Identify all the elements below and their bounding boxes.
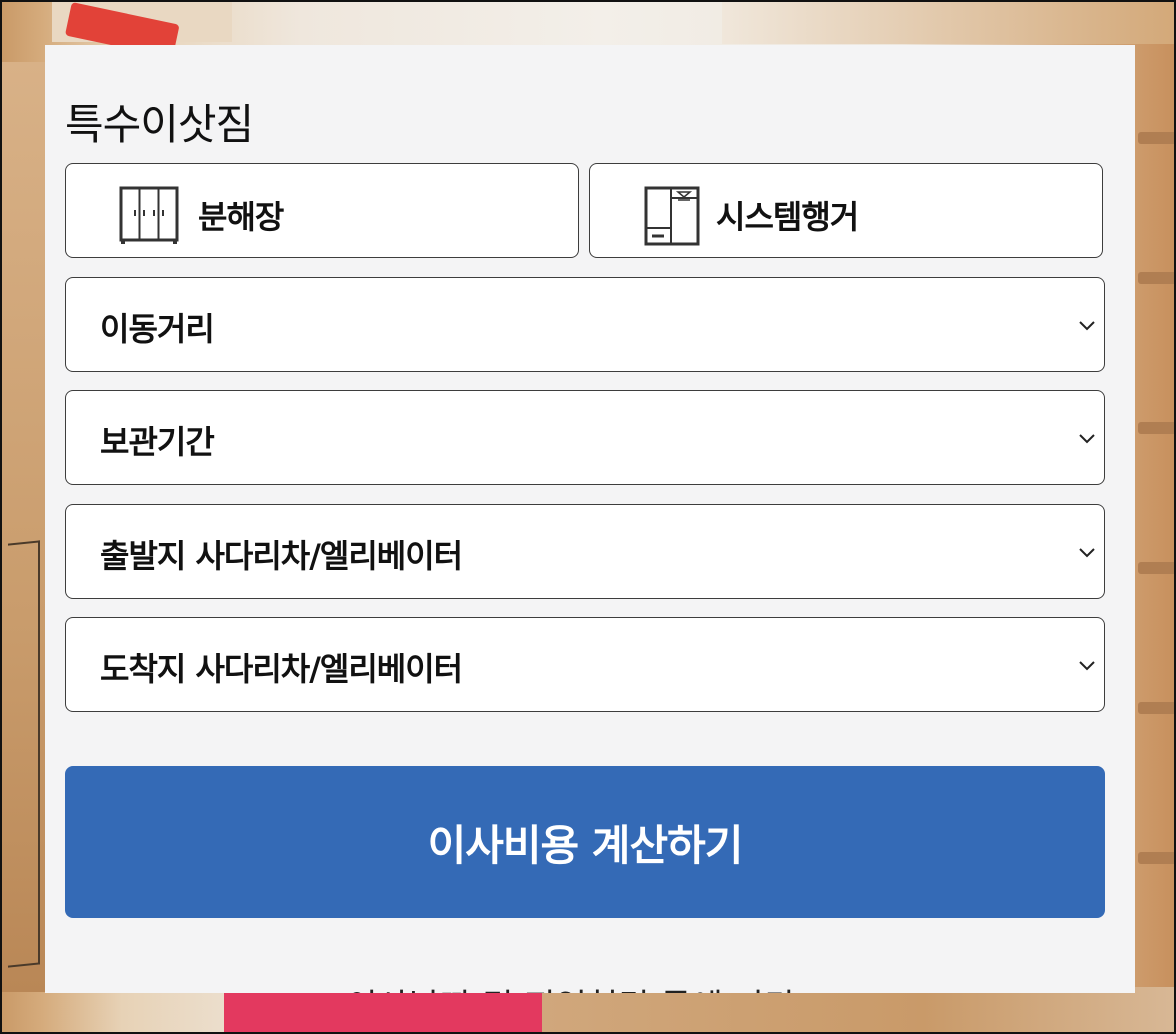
shelf-slat <box>1138 562 1174 574</box>
item-button-system-hanger[interactable]: 시스템행거 <box>589 163 1103 258</box>
shelf-slat <box>1138 272 1174 284</box>
shelf-slat <box>1138 702 1174 714</box>
card-title: 특수이삿짐 <box>65 100 254 149</box>
select-storage-period[interactable]: 보관기간 <box>65 390 1105 485</box>
moving-cost-card: 특수이삿짐 분해장 시스템행거 이동거리 보관기간 출발지 사다리차/엘리베이터… <box>45 45 1135 993</box>
select-label: 출발지 사다리차/엘리베이터 <box>100 537 463 575</box>
select-origin-ladder-elevator[interactable]: 출발지 사다리차/엘리베이터 <box>65 504 1105 599</box>
select-label: 보관기간 <box>100 423 215 461</box>
select-label: 이동거리 <box>100 310 215 348</box>
chevron-down-icon <box>1079 434 1095 444</box>
chevron-down-icon <box>1079 661 1095 671</box>
shelf-slat <box>1138 422 1174 434</box>
item-label-wardrobe: 분해장 <box>198 198 284 236</box>
select-label: 도착지 사다리차/엘리베이터 <box>100 650 463 688</box>
shelf-slat <box>1138 852 1174 864</box>
screenshot-frame: 특수이삿짐 분해장 시스템행거 이동거리 보관기간 출발지 사다리차/엘리베이터… <box>0 0 1176 1034</box>
wardrobe-icon <box>119 186 179 244</box>
item-label-system-hanger: 시스템행거 <box>716 198 859 236</box>
carton-top-right <box>722 2 1174 44</box>
chevron-down-icon <box>1079 548 1095 558</box>
select-destination-ladder-elevator[interactable]: 도착지 사다리차/엘리베이터 <box>65 617 1105 712</box>
select-distance[interactable]: 이동거리 <box>65 277 1105 372</box>
shelf-slat <box>1138 132 1174 144</box>
pink-object <box>224 992 544 1032</box>
item-button-wardrobe[interactable]: 분해장 <box>65 163 579 258</box>
system-hanger-icon <box>644 186 700 246</box>
carton-left-outline <box>8 540 40 968</box>
calculate-cost-button[interactable]: 이사비용 계산하기 <box>65 766 1105 918</box>
carton-bottom <box>542 987 1174 1032</box>
disclaimer-note: ※ 이사날짜 및 지역현경 등에 따라 <box>307 979 796 993</box>
chevron-down-icon <box>1079 321 1095 331</box>
